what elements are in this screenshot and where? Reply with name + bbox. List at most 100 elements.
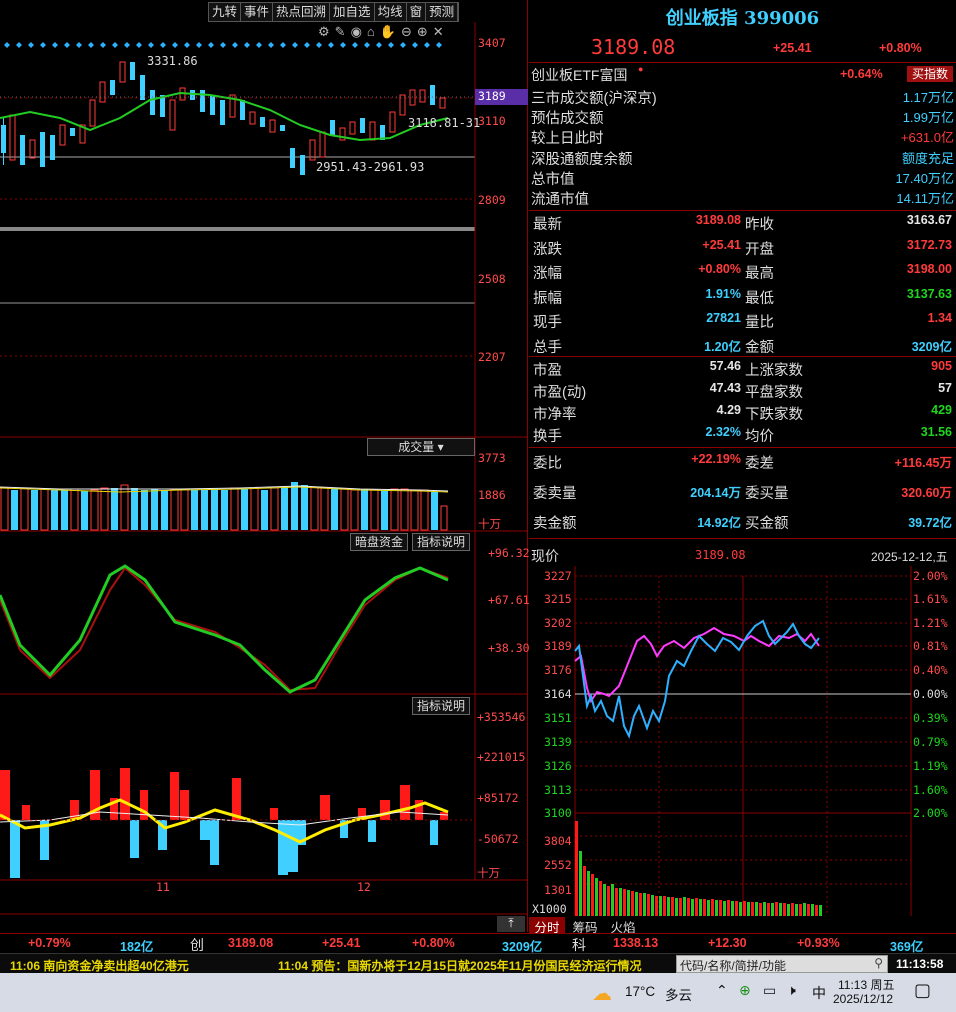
tab-chips[interactable]: 筹码 xyxy=(567,917,603,935)
kline-high-label: 3331.86 xyxy=(147,54,198,68)
index-change: +25.41 xyxy=(773,41,812,55)
quote-key: 委买量 xyxy=(745,486,789,502)
index-change-pct: +0.80% xyxy=(879,41,922,55)
tab-flame[interactable]: 火焰 xyxy=(605,917,641,935)
quote-key: 委卖量 xyxy=(533,486,577,502)
taskbar-date[interactable]: 2025/12/12 xyxy=(833,992,893,1006)
date-axis-label: 12 xyxy=(357,880,371,894)
quote-key: 最高 xyxy=(745,266,774,283)
intraday-vol-unit: X1000 xyxy=(532,902,567,916)
fund-y-tick: +221015 xyxy=(477,750,526,764)
info-key: 总市值 xyxy=(531,171,575,188)
status-price: 3189.08 xyxy=(228,936,274,950)
etf-pct: +0.64% xyxy=(840,67,883,81)
quote-value: 1.20亿 xyxy=(704,340,741,354)
search-input[interactable]: 代码/名称/简拼/功能 xyxy=(680,957,786,974)
news-item[interactable]: 11:06 南向资金净卖出超40亿港元 xyxy=(10,957,189,974)
fund-indicator-help-button[interactable]: 指标说明 xyxy=(412,697,470,715)
quote-value: 4.29 xyxy=(716,403,741,418)
volume-y-tick: 3773 xyxy=(478,451,506,465)
quote-key: 下跌家数 xyxy=(745,407,803,424)
intraday-label: 现价 xyxy=(531,548,559,564)
quote-key: 现手 xyxy=(533,315,562,332)
indicator-help-button[interactable]: 指标说明 xyxy=(412,533,470,551)
search-box[interactable]: 代码/名称/简拼/功能 ⚲ xyxy=(676,955,888,973)
quote-value: 2.32% xyxy=(705,425,741,440)
intraday-right-tick: 1.61% xyxy=(913,592,948,606)
quote-value: 3163.67 xyxy=(906,213,952,227)
search-icon[interactable]: ⚲ xyxy=(874,956,883,970)
quote-key: 开盘 xyxy=(745,241,774,258)
osc-y-tick: +38.30 xyxy=(488,641,530,655)
weather-temp[interactable]: 17°C xyxy=(625,984,655,999)
quote-key: 上涨家数 xyxy=(745,363,803,379)
quote-value: 3172.73 xyxy=(906,237,952,252)
fund-y-tick: +85172 xyxy=(477,791,519,805)
volume-mute-icon[interactable]: 🕨 xyxy=(787,982,796,999)
etf-name[interactable]: 创业板ETF富国 xyxy=(531,65,627,85)
kline-chart-panel[interactable]: 九转 事件 热点回溯 加自选 均线 窗 预测 ⚙✎◉⌂✋⊖⊕✕ 3331.86 … xyxy=(0,0,530,932)
quote-value: 57.46 xyxy=(709,359,741,373)
info-value: 17.40万亿 xyxy=(895,170,954,186)
quote-key: 最低 xyxy=(745,290,774,307)
quote-key: 最新 xyxy=(533,217,562,233)
info-value: 1.99万亿 xyxy=(902,110,954,126)
quote-row: 总手 1.20亿 金额 3209亿 xyxy=(531,336,954,356)
taskbar-time[interactable]: 11:13 周五 xyxy=(838,976,894,993)
dark-fund-button[interactable]: 暗盘资金 xyxy=(350,533,408,551)
kline-ma-label: 3118.81-31 xyxy=(408,116,481,130)
quote-row: 委比 +22.19% 委差 +116.45万 xyxy=(531,452,954,472)
status-name[interactable]: 创 xyxy=(190,935,204,955)
intraday-right-tick: 0.81% xyxy=(913,639,948,653)
quote-row: 市净率 4.29 下跌家数 429 xyxy=(531,403,954,423)
quote-value: 3137.63 xyxy=(906,286,952,301)
news-ticker: 11:06 南向资金净卖出超40亿港元 11:04 预告：国新办将于12月15日… xyxy=(0,953,956,973)
quote-key: 委比 xyxy=(533,456,562,472)
intraday-right-tick: 1.60% xyxy=(913,783,948,797)
intraday-left-tick: 3126 xyxy=(544,759,572,773)
kline-y-tick: 3110 xyxy=(478,114,506,128)
clock: 11:13:58 xyxy=(896,957,944,971)
buy-index-button[interactable]: 买指数 xyxy=(907,66,953,82)
info-row: 深股通额度余额 额度充足 xyxy=(531,148,954,168)
intraday-date: 2025-12-12,五 xyxy=(871,550,948,564)
quote-key: 市净率 xyxy=(533,407,577,424)
current-price-tag: 3189 xyxy=(475,89,528,105)
intraday-right-tick: 0.00% xyxy=(913,687,948,701)
osc-y-tick: +67.61 xyxy=(488,593,530,607)
news-item[interactable]: 11:04 预告：国新办将于12月15日就2025年11月份国民经济运行情况 xyxy=(278,957,674,974)
volume-indicator-select[interactable]: 成交量 ▾ xyxy=(367,438,475,456)
chevron-up-icon[interactable]: ⌃ xyxy=(716,982,728,999)
tab-fenshi[interactable]: 分时 xyxy=(529,917,565,935)
info-row: 总市值 17.40万亿 xyxy=(531,168,954,188)
status-name2[interactable]: 科 xyxy=(572,935,586,955)
quote-key: 委差 xyxy=(745,456,774,472)
kline-y-tick: 3407 xyxy=(478,36,506,50)
kline-svg xyxy=(0,22,528,915)
quote-key: 换手 xyxy=(533,429,562,446)
quote-value: +22.19% xyxy=(691,452,741,466)
network-icon[interactable]: ▭ xyxy=(763,982,776,999)
quote-value: +116.45万 xyxy=(894,456,952,470)
ime-indicator[interactable]: 中 xyxy=(812,983,826,1003)
notification-icon[interactable]: ▢ xyxy=(914,980,931,1001)
weather-cloud-icon[interactable]: ☁ xyxy=(592,981,612,1006)
quote-value: 1.34 xyxy=(927,311,952,326)
app-tray-icon[interactable]: ⊕ xyxy=(739,982,751,999)
weather-desc[interactable]: 多云 xyxy=(665,984,692,1004)
quote-value: 31.56 xyxy=(920,425,952,440)
info-value: +631.0亿 xyxy=(900,130,954,146)
quote-key: 卖金额 xyxy=(533,516,577,532)
quote-key: 金额 xyxy=(745,340,774,356)
intraday-chart[interactable] xyxy=(529,566,956,916)
info-key: 较上日此时 xyxy=(531,131,604,148)
status-bar: +0.79% 182亿 创 3189.08 +25.41 +0.80% 3209… xyxy=(0,933,956,955)
quote-row: 最新 3189.08 昨收 3163.67 xyxy=(531,213,954,233)
status-pct2: +0.80% xyxy=(412,936,455,950)
intraday-left-tick: 3202 xyxy=(544,616,572,630)
scroll-top-icon[interactable]: ⤒ xyxy=(497,916,525,932)
windows-taskbar: ☁ 17°C 多云 ⌃ ⊕ ▭ 🕨 中 11:13 周五 2025/12/12 … xyxy=(0,973,956,1012)
quote-value: 204.14万 xyxy=(690,486,741,500)
dot-icon: ● xyxy=(638,64,644,74)
quote-value: 27821 xyxy=(706,311,741,326)
